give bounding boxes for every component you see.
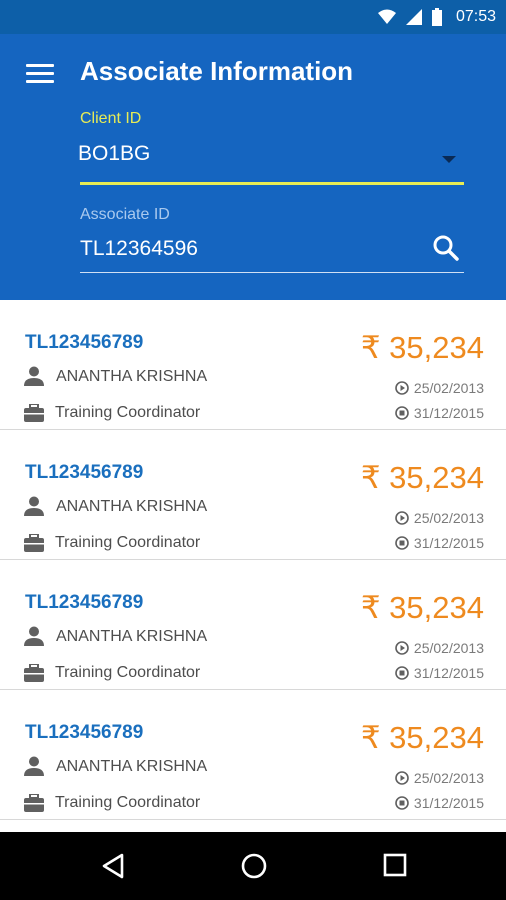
start-date-row: 25/02/2013 — [395, 770, 484, 786]
wifi-icon — [377, 9, 396, 24]
associate-card-role: Training Coordinator — [55, 664, 201, 681]
menu-icon[interactable] — [26, 64, 54, 86]
briefcase-icon — [24, 404, 44, 422]
end-date-row: 31/12/2015 — [395, 665, 484, 681]
end-date: 31/12/2015 — [413, 795, 484, 811]
briefcase-icon — [24, 534, 44, 552]
end-date: 31/12/2015 — [413, 535, 484, 551]
recent-apps-icon[interactable] — [382, 852, 408, 878]
stop-circle-icon — [395, 406, 409, 420]
stop-circle-icon — [395, 796, 409, 810]
person-icon — [24, 496, 44, 516]
associate-card-id: TL123456789 — [25, 592, 144, 613]
associate-card-name: ANANTHA KRISHNA — [56, 758, 208, 775]
end-date-row: 31/12/2015 — [395, 535, 484, 551]
start-date-row: 25/02/2013 — [395, 380, 484, 396]
app-header: Associate Information Client ID BO1BG As… — [0, 34, 506, 300]
person-icon — [24, 366, 44, 386]
status-time: 07:53 — [455, 8, 496, 25]
associate-card-name: ANANTHA KRISHNA — [56, 368, 208, 385]
client-id-underline — [80, 182, 464, 185]
signal-icon — [405, 9, 422, 25]
search-icon[interactable] — [432, 234, 460, 262]
associate-card-role: Training Coordinator — [55, 404, 201, 421]
navigation-bar — [0, 832, 506, 900]
associate-card-id: TL123456789 — [25, 332, 144, 353]
start-date-row: 25/02/2013 — [395, 640, 484, 656]
associate-card-id: TL123456789 — [25, 462, 144, 483]
person-icon — [24, 626, 44, 646]
start-date: 25/02/2013 — [413, 640, 484, 656]
associate-card-id: TL123456789 — [25, 722, 144, 743]
play-circle-icon — [395, 771, 409, 785]
briefcase-icon — [24, 794, 44, 812]
person-icon — [24, 756, 44, 776]
stop-circle-icon — [395, 536, 409, 550]
home-icon[interactable] — [240, 852, 268, 880]
client-id-label: Client ID — [80, 110, 142, 127]
start-date: 25/02/2013 — [413, 770, 484, 786]
associate-card-name: ANANTHA KRISHNA — [56, 498, 208, 515]
associate-card-name: ANANTHA KRISHNA — [56, 628, 208, 645]
play-circle-icon — [395, 381, 409, 395]
associate-card[interactable]: TL123456789 ANANTHA KRISHNA Training Coo… — [0, 300, 506, 430]
associate-card-role: Training Coordinator — [55, 534, 201, 551]
end-date: 31/12/2015 — [413, 665, 484, 681]
associate-card[interactable]: TL123456789 ANANTHA KRISHNA Training Coo… — [0, 430, 506, 560]
associate-card[interactable]: TL123456789 ANANTHA KRISHNA Training Coo… — [0, 560, 506, 690]
status-bar: 07:53 — [0, 0, 506, 34]
end-date-row: 31/12/2015 — [395, 405, 484, 421]
back-icon[interactable] — [100, 852, 126, 880]
associate-list: TL123456789 ANANTHA KRISHNA Training Coo… — [0, 300, 506, 832]
start-date: 25/02/2013 — [413, 380, 484, 396]
associate-id-underline — [80, 272, 464, 273]
start-date-row: 25/02/2013 — [395, 510, 484, 526]
associate-card-amount: ₹ 35,234 — [360, 590, 484, 625]
associate-card-amount: ₹ 35,234 — [360, 720, 484, 755]
play-circle-icon — [395, 511, 409, 525]
associate-card-amount: ₹ 35,234 — [360, 330, 484, 365]
client-id-select[interactable]: BO1BG — [78, 142, 150, 166]
briefcase-icon — [24, 664, 44, 682]
status-icons: 07:53 — [377, 6, 496, 28]
associate-card-amount: ₹ 35,234 — [360, 460, 484, 495]
dropdown-arrow-icon[interactable] — [442, 156, 456, 163]
battery-icon — [431, 8, 442, 26]
page-title: Associate Information — [80, 56, 354, 86]
end-date: 31/12/2015 — [413, 405, 484, 421]
associate-card[interactable]: TL123456789 ANANTHA KRISHNA Training Coo… — [0, 690, 506, 820]
associate-id-input[interactable]: TL12364596 — [80, 237, 198, 261]
associate-card-role: Training Coordinator — [55, 794, 201, 811]
associate-id-label: Associate ID — [80, 206, 170, 223]
end-date-row: 31/12/2015 — [395, 795, 484, 811]
start-date: 25/02/2013 — [413, 510, 484, 526]
play-circle-icon — [395, 641, 409, 655]
stop-circle-icon — [395, 666, 409, 680]
